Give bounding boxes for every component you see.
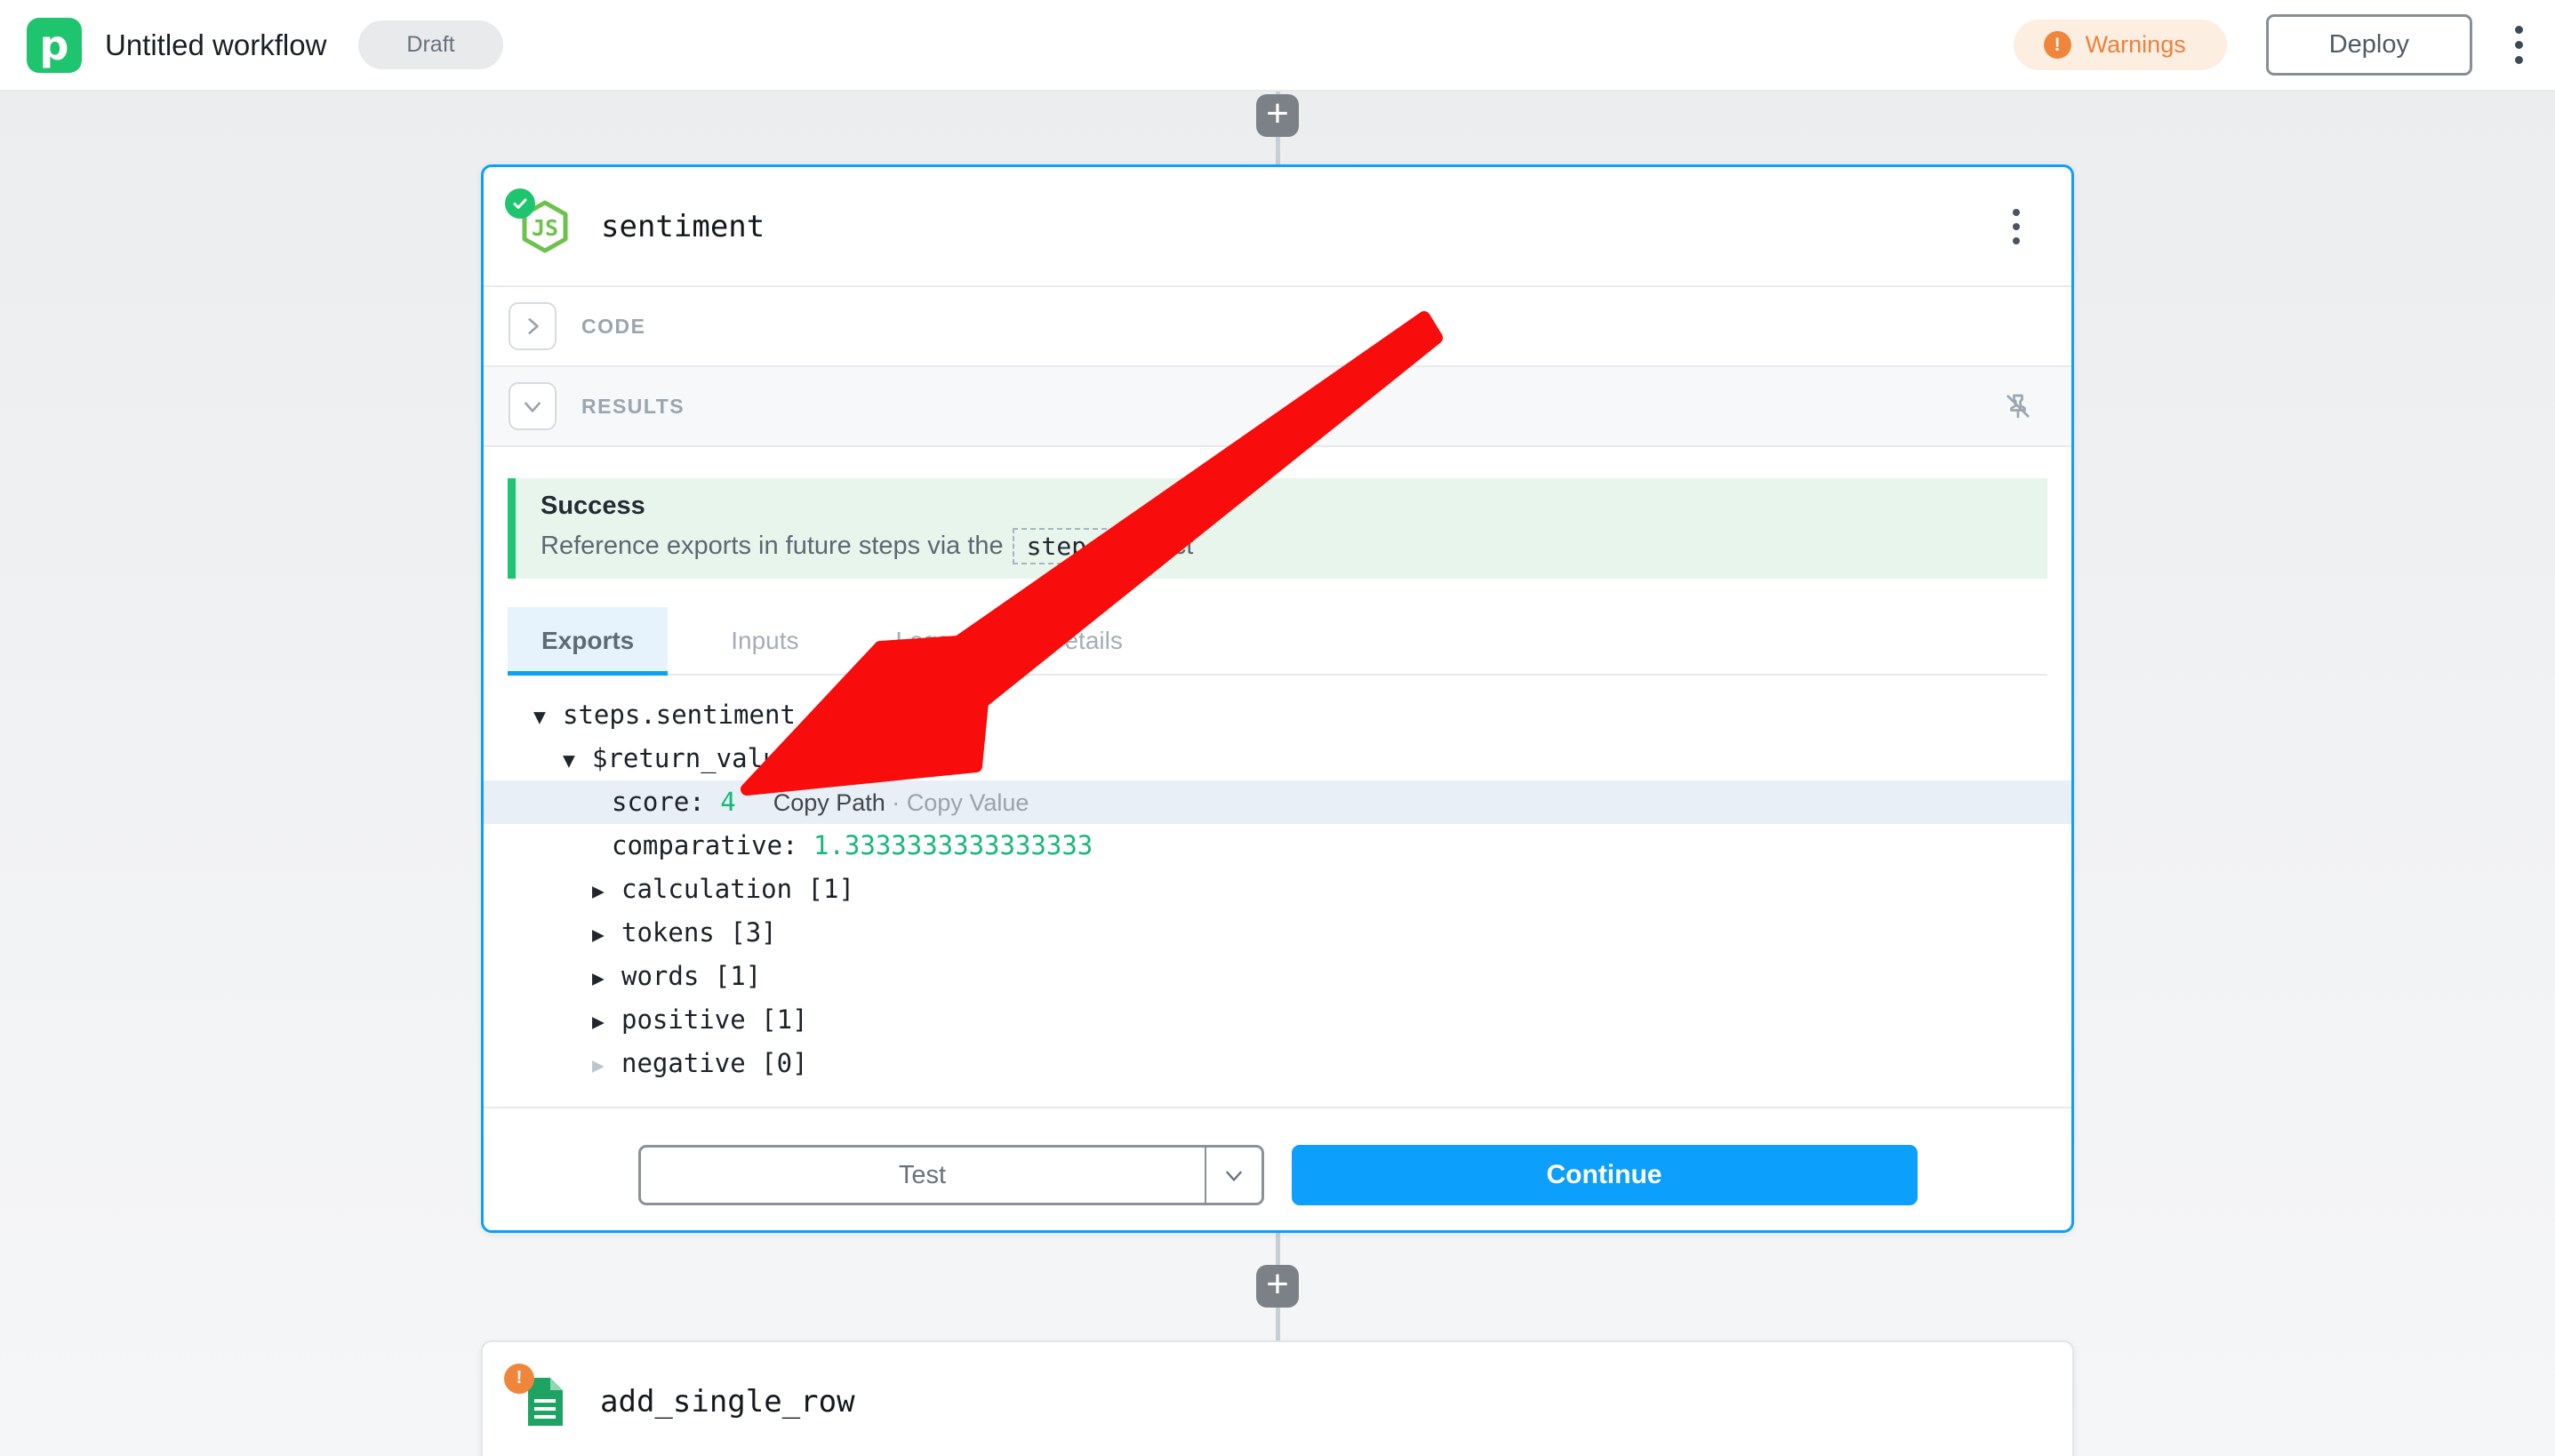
expand-code-button[interactable] <box>509 302 557 350</box>
tree-row-steps-sentiment[interactable]: ▼steps.sentiment {1} <box>508 693 2047 737</box>
tree-count: [1] <box>715 961 761 991</box>
add-step-button-top[interactable]: + <box>1256 94 1299 137</box>
tab-details[interactable]: Details <box>1013 607 1157 674</box>
unpin-icon[interactable] <box>2002 390 2034 422</box>
tree-key: positive <box>621 1004 746 1035</box>
tree-key: steps.sentiment <box>563 700 796 730</box>
steps-code-chip[interactable]: steps <box>1013 528 1116 564</box>
tree-count: [3] <box>730 917 776 948</box>
tree-key: tokens <box>621 917 715 948</box>
plus-icon: + <box>1266 94 1289 133</box>
tab-inputs[interactable]: Inputs <box>697 607 832 674</box>
success-message: Reference exports in future steps via th… <box>541 528 2022 564</box>
tab-exports[interactable]: Exports <box>508 607 668 674</box>
code-section-header[interactable]: CODE <box>484 285 2071 365</box>
tree-row-comparative[interactable]: comparative: 1.3333333333333333 <box>508 824 2047 868</box>
step-header: JS sentiment <box>484 167 2071 285</box>
workflow-canvas: + JS sentiment CODE <box>0 92 2555 1456</box>
chevron-right-icon <box>521 315 544 338</box>
step-card-add-single-row[interactable]: ! add_single_row <box>481 1340 2074 1456</box>
tree-key: negative <box>621 1048 746 1078</box>
tree-key: score: <box>612 787 705 817</box>
warnings-label: Warnings <box>2086 31 2186 59</box>
tree-value: 4 <box>720 787 735 817</box>
copy-separator: · <box>892 789 900 816</box>
svg-text:JS: JS <box>532 215 558 241</box>
warnings-button[interactable]: ! Warnings <box>2014 20 2227 70</box>
test-split-button: Test <box>638 1145 1264 1205</box>
success-message-suffix: object <box>1125 532 1193 561</box>
step-card-sentiment[interactable]: JS sentiment CODE RESULTS <box>481 164 2074 1233</box>
chevron-down-icon <box>521 395 544 418</box>
tree-value: 1.3333333333333333 <box>813 830 1093 860</box>
expand-triangle-icon[interactable]: ▶ <box>592 914 621 957</box>
step-title: add_single_row <box>600 1384 855 1420</box>
expand-triangle-icon[interactable]: ▶ <box>592 870 621 914</box>
results-tabs: Exports Inputs Logs Details <box>508 607 2047 676</box>
results-section-label: RESULTS <box>581 395 685 419</box>
tree-count: [0] <box>761 1048 807 1078</box>
results-section-header[interactable]: RESULTS <box>484 365 2071 445</box>
deploy-button[interactable]: Deploy <box>2266 14 2472 76</box>
copy-path-link[interactable]: Copy Path <box>773 789 885 816</box>
tree-row-calculation[interactable]: ▶calculation [1] <box>508 868 2047 911</box>
tree-row-return-value[interactable]: ▼$return_value {7} <box>508 737 2047 780</box>
google-sheets-icon: ! <box>513 1371 575 1433</box>
tree-key: calculation <box>621 874 792 904</box>
nodejs-icon: JS <box>514 196 576 258</box>
collapse-results-button[interactable] <box>509 382 557 430</box>
warning-badge-icon: ! <box>504 1364 534 1394</box>
test-options-dropdown[interactable] <box>1205 1148 1261 1203</box>
chevron-down-icon <box>1222 1164 1245 1187</box>
add-step-button-bottom[interactable]: + <box>1256 1265 1299 1308</box>
tree-count: [1] <box>761 1004 807 1035</box>
collapse-triangle-icon[interactable]: ▼ <box>563 740 592 783</box>
results-panel: Success Reference exports in future step… <box>484 445 2071 1107</box>
test-button[interactable]: Test <box>641 1148 1205 1203</box>
tree-key: words <box>621 961 699 991</box>
tree-count: {7} <box>809 743 855 773</box>
expand-triangle-icon[interactable]: ▶ <box>592 1001 621 1044</box>
success-message-prefix: Reference exports in future steps via th… <box>541 532 1004 561</box>
top-bar: p Untitled workflow Draft ! Warnings Dep… <box>0 0 2555 92</box>
warning-icon: ! <box>2044 31 2071 59</box>
tab-logs[interactable]: Logs <box>862 607 984 674</box>
workflow-title[interactable]: Untitled workflow <box>105 28 326 62</box>
more-options-icon[interactable] <box>2510 20 2528 69</box>
copy-value-link[interactable]: Copy Value <box>907 789 1029 816</box>
code-section-label: CODE <box>581 315 645 339</box>
tree-row-words[interactable]: ▶words [1] <box>508 955 2047 998</box>
step-title: sentiment <box>601 209 765 244</box>
tree-count: {1} <box>811 700 857 730</box>
expand-triangle-icon[interactable]: ▶ <box>592 957 621 1001</box>
success-banner: Success Reference exports in future step… <box>508 478 2047 579</box>
tree-key: $return_value <box>592 743 794 773</box>
tree-key: comparative: <box>612 830 798 860</box>
step-footer: Test Continue <box>484 1107 2071 1236</box>
success-banner-bar <box>508 478 516 579</box>
exports-tree: ▼steps.sentiment {1} ▼$return_value {7} … <box>508 693 2047 1085</box>
tree-row-positive[interactable]: ▶positive [1] <box>508 998 2047 1042</box>
plus-icon: + <box>1266 1265 1289 1304</box>
success-check-icon <box>505 188 535 219</box>
tree-count: [1] <box>808 874 854 904</box>
status-badge: Draft <box>358 20 502 69</box>
expand-triangle-icon[interactable]: ▶ <box>592 1044 621 1088</box>
tree-row-tokens[interactable]: ▶tokens [3] <box>508 911 2047 955</box>
tree-row-negative[interactable]: ▶negative [0] <box>508 1042 2047 1085</box>
step-options-icon[interactable] <box>2006 202 2027 252</box>
success-title: Success <box>541 492 2022 521</box>
top-bar-actions: ! Warnings Deploy <box>2014 14 2528 76</box>
pipedream-logo[interactable]: p <box>27 18 82 73</box>
collapse-triangle-icon[interactable]: ▼ <box>533 696 563 740</box>
continue-button[interactable]: Continue <box>1292 1145 1918 1205</box>
tree-row-score[interactable]: score: 4 Copy Path · Copy Value <box>484 780 2071 824</box>
